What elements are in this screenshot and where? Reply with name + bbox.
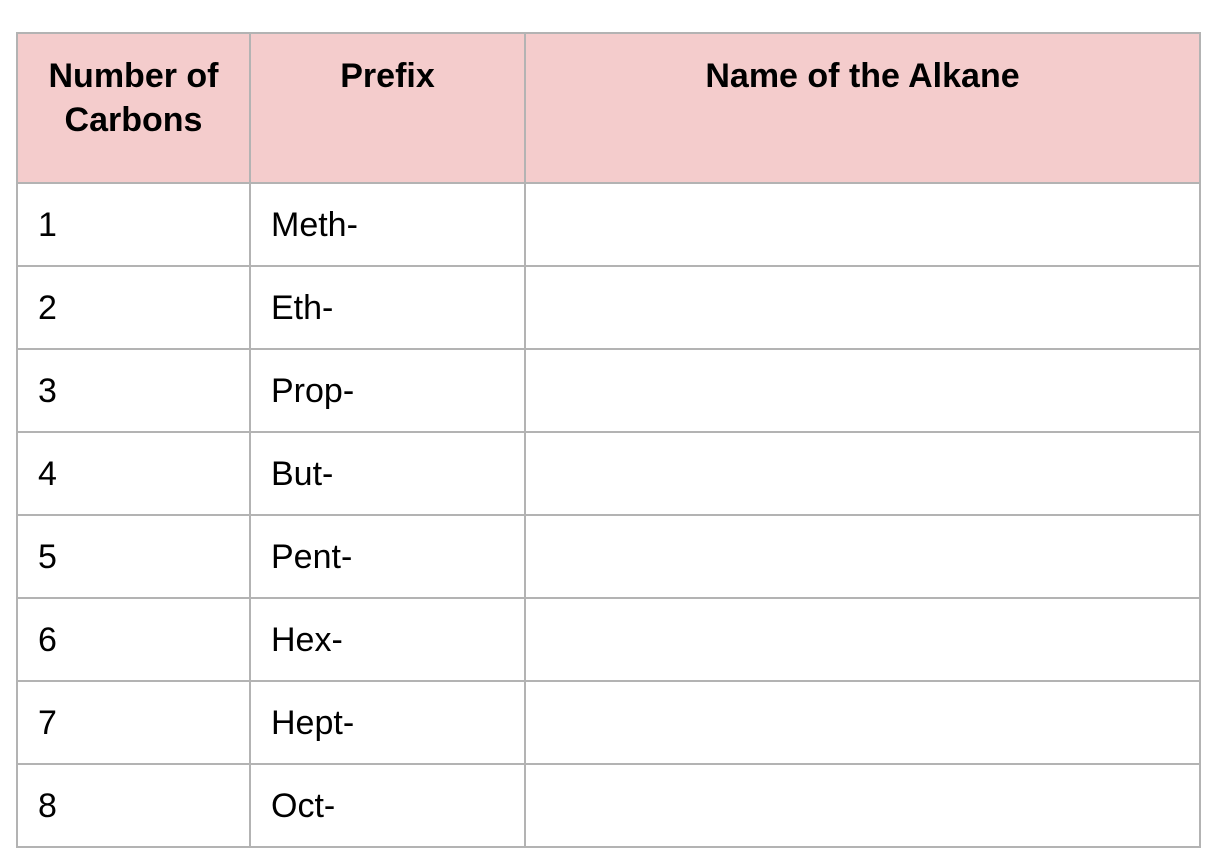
- cell-carbons: 3: [16, 348, 251, 433]
- cell-prefix: Oct-: [249, 763, 526, 848]
- header-name-of-alkane: Name of the Alkane: [524, 32, 1201, 184]
- cell-prefix: Hept-: [249, 680, 526, 765]
- cell-carbons: 6: [16, 597, 251, 682]
- table-row: 3 Prop-: [16, 348, 1201, 433]
- cell-prefix: But-: [249, 431, 526, 516]
- cell-alkane-name[interactable]: [524, 597, 1201, 682]
- cell-carbons: 7: [16, 680, 251, 765]
- header-number-of-carbons: Number of Carbons: [16, 32, 251, 184]
- cell-carbons: 8: [16, 763, 251, 848]
- alkane-prefix-table: Number of Carbons Prefix Name of the Alk…: [16, 32, 1201, 848]
- cell-prefix: Hex-: [249, 597, 526, 682]
- cell-alkane-name[interactable]: [524, 514, 1201, 599]
- table-row: 8 Oct-: [16, 763, 1201, 848]
- cell-alkane-name[interactable]: [524, 680, 1201, 765]
- table-row: 5 Pent-: [16, 514, 1201, 599]
- cell-prefix: Eth-: [249, 265, 526, 350]
- cell-alkane-name[interactable]: [524, 431, 1201, 516]
- table-row: 7 Hept-: [16, 680, 1201, 765]
- cell-carbons: 5: [16, 514, 251, 599]
- header-number-line2: Carbons: [64, 101, 203, 139]
- cell-carbons: 2: [16, 265, 251, 350]
- table-row: 2 Eth-: [16, 265, 1201, 350]
- cell-prefix: Prop-: [249, 348, 526, 433]
- table-row: 1 Meth-: [16, 182, 1201, 267]
- cell-prefix: Pent-: [249, 514, 526, 599]
- cell-alkane-name[interactable]: [524, 348, 1201, 433]
- cell-alkane-name[interactable]: [524, 763, 1201, 848]
- cell-prefix: Meth-: [249, 182, 526, 267]
- table-row: 4 But-: [16, 431, 1201, 516]
- cell-carbons: 1: [16, 182, 251, 267]
- header-prefix: Prefix: [249, 32, 526, 184]
- cell-alkane-name[interactable]: [524, 182, 1201, 267]
- cell-alkane-name[interactable]: [524, 265, 1201, 350]
- cell-carbons: 4: [16, 431, 251, 516]
- table-row: 6 Hex-: [16, 597, 1201, 682]
- header-number-line1: Number of: [48, 57, 219, 95]
- document-sheet: Number of Carbons Prefix Name of the Alk…: [16, 32, 1201, 848]
- table-header-row: Number of Carbons Prefix Name of the Alk…: [16, 32, 1201, 184]
